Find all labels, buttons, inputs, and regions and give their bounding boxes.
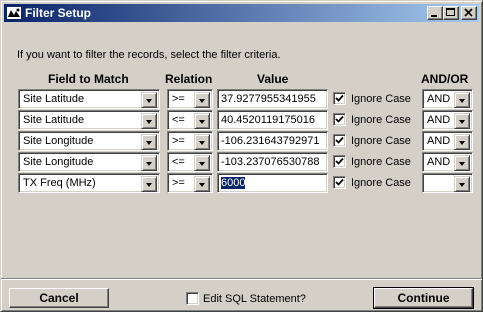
ignore-case-checkbox-row-4[interactable] <box>333 155 346 168</box>
filter-setup-window: Filter Setup If you want to filter the r… <box>0 0 483 312</box>
checkmark-icon <box>335 94 344 102</box>
maximize-button[interactable] <box>443 6 459 20</box>
header-relation: Relation <box>165 72 213 86</box>
andor-select-row-1[interactable]: AND <box>422 89 473 109</box>
value-input-row-5[interactable]: 6000 <box>217 173 328 193</box>
value-input-text: -103.237076530788 <box>221 156 320 168</box>
app-icon <box>6 5 22 21</box>
footer-divider <box>1 278 482 280</box>
ignore-case-checkbox-row-1[interactable] <box>333 92 346 105</box>
andor-select-value: AND <box>427 156 451 168</box>
chevron-down-icon[interactable] <box>454 113 470 129</box>
checkmark-icon <box>335 115 344 123</box>
ignore-case-label: Ignore Case <box>351 156 411 168</box>
field-select-value: Site Longitude <box>23 135 94 147</box>
chevron-down-icon[interactable] <box>454 155 470 171</box>
ignore-case-label: Ignore Case <box>351 93 411 105</box>
ignore-case-checkbox-row-3[interactable] <box>333 134 346 147</box>
chevron-down-icon[interactable] <box>194 176 210 192</box>
andor-select-value: AND <box>427 93 451 105</box>
edit-sql-label: Edit SQL Statement? <box>203 293 306 305</box>
chevron-down-icon[interactable] <box>454 92 470 108</box>
relation-select-value: >= <box>172 93 185 105</box>
chevron-down-icon[interactable] <box>194 113 210 129</box>
field-select-row-5[interactable]: TX Freq (MHz) <box>18 173 160 193</box>
ignore-case-label: Ignore Case <box>351 177 411 189</box>
chevron-down-icon[interactable] <box>194 155 210 171</box>
field-select-value: Site Latitude <box>23 114 85 126</box>
relation-select-value: <= <box>172 156 185 168</box>
chevron-down-icon[interactable] <box>194 92 210 108</box>
maximize-icon <box>446 8 455 16</box>
chevron-down-icon[interactable] <box>141 176 157 192</box>
relation-select-value: >= <box>172 177 185 189</box>
field-select-value: Site Latitude <box>23 93 85 105</box>
relation-select-value: <= <box>172 114 185 126</box>
value-input-text: -106.231643792971 <box>221 135 320 147</box>
andor-select-row-4[interactable]: AND <box>422 152 473 172</box>
checkmark-icon <box>335 136 344 144</box>
relation-select-row-3[interactable]: >= <box>167 131 213 151</box>
value-input-row-3[interactable]: -106.231643792971 <box>217 131 328 151</box>
close-icon <box>464 8 473 17</box>
window-title: Filter Setup <box>25 6 92 20</box>
ignore-case-label: Ignore Case <box>351 135 411 147</box>
relation-select-row-5[interactable]: >= <box>167 173 213 193</box>
chevron-down-icon[interactable] <box>141 92 157 108</box>
andor-select-value: AND <box>427 135 451 147</box>
value-input-text: 6000 <box>221 177 246 189</box>
value-input-row-4[interactable]: -103.237076530788 <box>217 152 328 172</box>
ignore-case-checkbox-row-2[interactable] <box>333 113 346 126</box>
andor-select-value: AND <box>427 114 451 126</box>
cancel-button[interactable]: Cancel <box>9 288 109 308</box>
field-select-row-2[interactable]: Site Latitude <box>18 110 160 130</box>
field-select-row-4[interactable]: Site Longitude <box>18 152 160 172</box>
title-bar[interactable]: Filter Setup <box>4 4 479 22</box>
value-input-row-1[interactable]: 37.9277955341955 <box>217 89 328 109</box>
andor-select-row-3[interactable]: AND <box>422 131 473 151</box>
relation-select-row-4[interactable]: <= <box>167 152 213 172</box>
minimize-button[interactable] <box>427 6 443 20</box>
field-select-value: Site Longitude <box>23 156 94 168</box>
field-select-row-1[interactable]: Site Latitude <box>18 89 160 109</box>
field-select-row-3[interactable]: Site Longitude <box>18 131 160 151</box>
relation-select-value: >= <box>172 135 185 147</box>
edit-sql-checkbox[interactable] <box>186 292 199 305</box>
field-select-value: TX Freq (MHz) <box>23 177 96 189</box>
chevron-down-icon[interactable] <box>141 155 157 171</box>
instruction-text: If you want to filter the records, selec… <box>17 49 281 61</box>
chevron-down-icon[interactable] <box>141 134 157 150</box>
continue-button[interactable]: Continue <box>373 287 474 309</box>
value-input-text: 37.9277955341955 <box>221 93 316 105</box>
chevron-down-icon[interactable] <box>141 113 157 129</box>
minimize-icon <box>431 15 437 17</box>
header-field-to-match: Field to Match <box>48 72 129 86</box>
value-input-text: 40.4520119175016 <box>221 114 316 126</box>
chevron-down-icon[interactable] <box>454 176 470 192</box>
checkmark-icon <box>335 157 344 165</box>
relation-select-row-2[interactable]: <= <box>167 110 213 130</box>
ignore-case-label: Ignore Case <box>351 114 411 126</box>
value-input-row-2[interactable]: 40.4520119175016 <box>217 110 328 130</box>
header-and-or: AND/OR <box>421 72 469 86</box>
ignore-case-checkbox-row-5[interactable] <box>333 176 346 189</box>
andor-select-row-2[interactable]: AND <box>422 110 473 130</box>
chevron-down-icon[interactable] <box>454 134 470 150</box>
close-button[interactable] <box>461 6 477 20</box>
checkmark-icon <box>335 178 344 186</box>
andor-select-row-5[interactable] <box>422 173 473 193</box>
chevron-down-icon[interactable] <box>194 134 210 150</box>
relation-select-row-1[interactable]: >= <box>167 89 213 109</box>
header-value: Value <box>257 72 289 86</box>
